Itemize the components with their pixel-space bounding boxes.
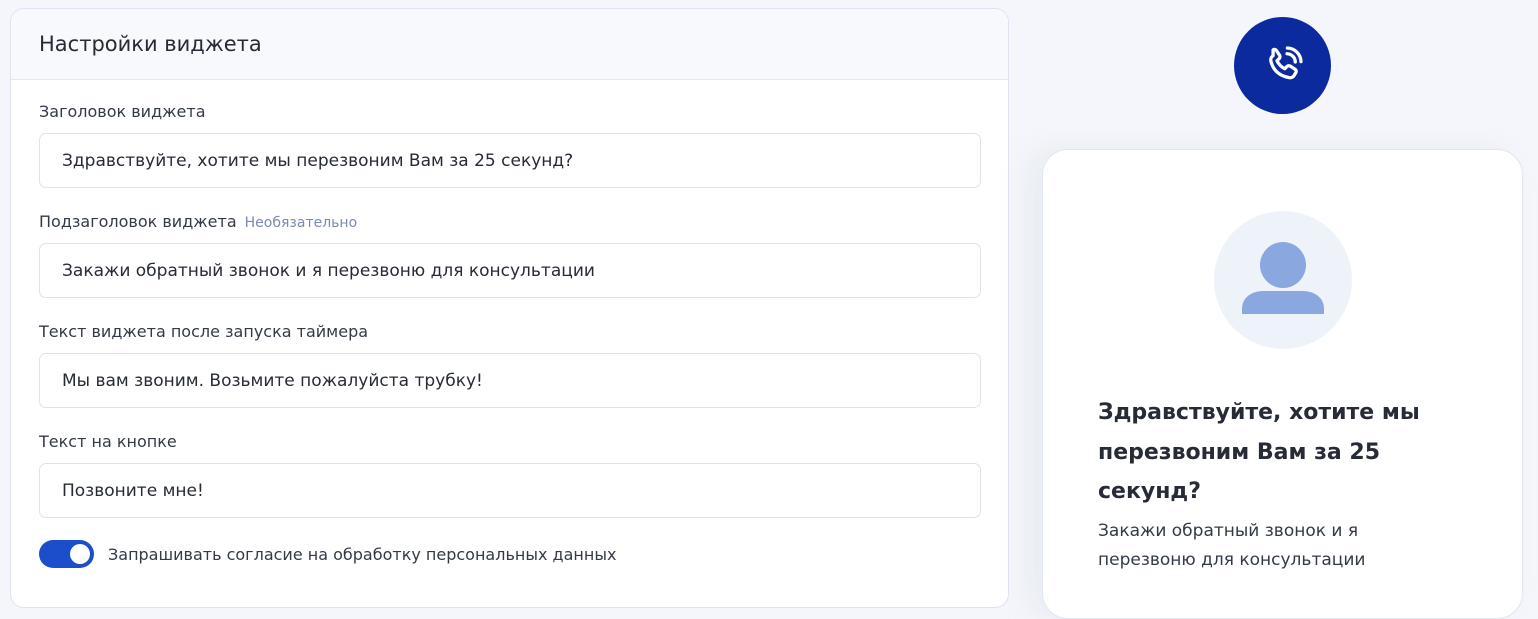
preview-title: Здравствуйте, хотите мы перезвоним Вам з… xyxy=(1098,400,1420,504)
call-widget-button[interactable] xyxy=(1234,17,1331,114)
widget-subtitle-label-text: Подзаголовок виджета xyxy=(39,212,237,231)
widget-title-input[interactable] xyxy=(39,133,981,188)
consent-toggle-knob xyxy=(70,544,90,564)
consent-toggle[interactable] xyxy=(39,540,94,568)
widget-title-field: Заголовок виджета xyxy=(39,100,981,188)
widget-preview-card: Здравствуйте, хотите мы перезвоним Вам з… xyxy=(1042,149,1523,619)
timer-text-label: Текст виджета после запуска таймера xyxy=(39,320,980,343)
consent-row: Запрашивать согласие на обработку персон… xyxy=(39,540,980,568)
user-avatar-icon xyxy=(1242,242,1324,314)
widget-subtitle-label: Подзаголовок виджета Необязательно xyxy=(39,210,980,233)
consent-label: Запрашивать согласие на обработку персон… xyxy=(108,544,617,564)
button-text-label-text: Текст на кнопке xyxy=(39,432,177,451)
button-text-input[interactable] xyxy=(39,463,981,518)
manager-avatar xyxy=(1214,211,1352,349)
widget-settings-panel: Настройки виджета Заголовок виджета Подз… xyxy=(10,8,1009,608)
widget-subtitle-input[interactable] xyxy=(39,243,981,298)
button-text-label: Текст на кнопке xyxy=(39,430,980,453)
timer-text-field: Текст виджета после запуска таймера xyxy=(39,320,981,408)
timer-text-label-text: Текст виджета после запуска таймера xyxy=(39,322,369,341)
widget-subtitle-field: Подзаголовок виджета Необязательно xyxy=(39,210,981,298)
settings-header: Настройки виджета xyxy=(11,9,1008,80)
preview-subtitle: Закажи обратный звонок и я перезвоню для… xyxy=(1098,521,1366,570)
widget-title-label: Заголовок виджета xyxy=(39,100,980,123)
timer-text-input[interactable] xyxy=(39,353,981,408)
button-text-field: Текст на кнопке xyxy=(39,430,981,518)
widget-title-label-text: Заголовок виджета xyxy=(39,102,206,121)
settings-form: Заголовок виджета Подзаголовок виджета Н… xyxy=(11,80,1008,568)
phone-ringing-icon xyxy=(1268,45,1303,79)
settings-title: Настройки виджета xyxy=(39,32,262,56)
optional-hint: Необязательно xyxy=(244,215,358,231)
